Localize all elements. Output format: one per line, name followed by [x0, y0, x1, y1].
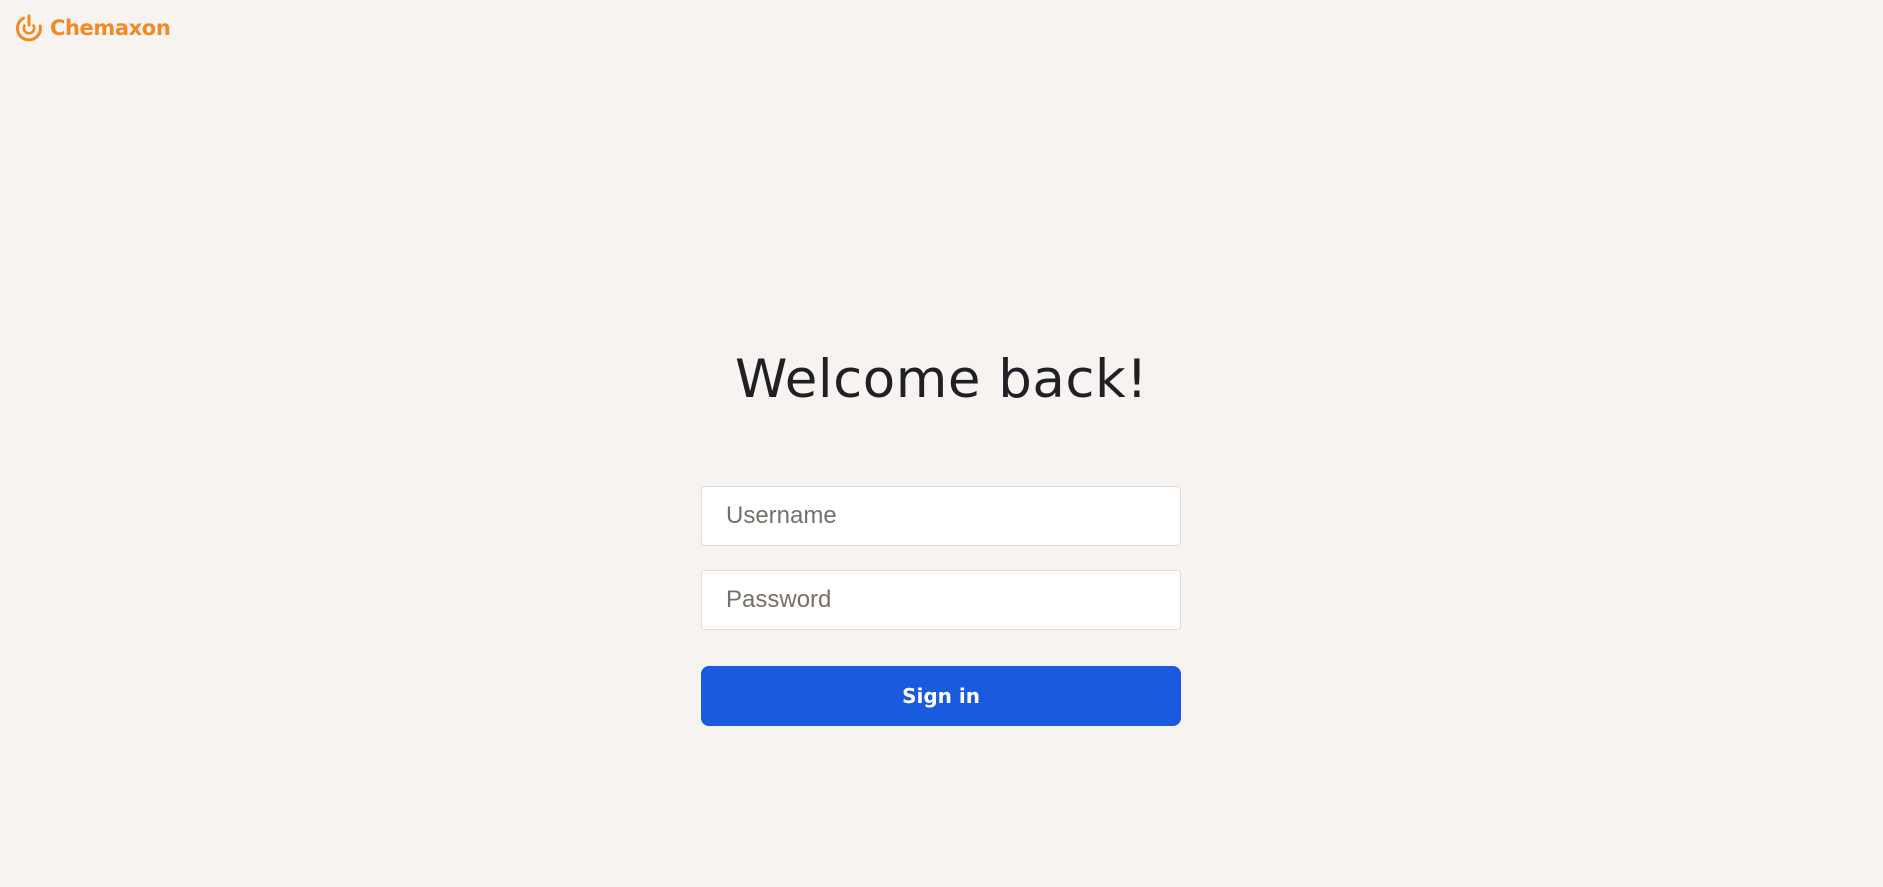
password-input[interactable]: [701, 570, 1181, 630]
login-form: Sign in: [701, 486, 1181, 726]
sign-in-button[interactable]: Sign in: [701, 666, 1181, 726]
page-title: Welcome back!: [735, 349, 1148, 410]
chemaxon-logo-icon: [15, 14, 42, 42]
login-page: Chemaxon Welcome back! Sign in: [0, 0, 1883, 887]
username-input[interactable]: [701, 486, 1181, 546]
chemaxon-logo-link[interactable]: Chemaxon: [14, 13, 171, 43]
logo-wordmark: Chemaxon: [50, 15, 171, 40]
